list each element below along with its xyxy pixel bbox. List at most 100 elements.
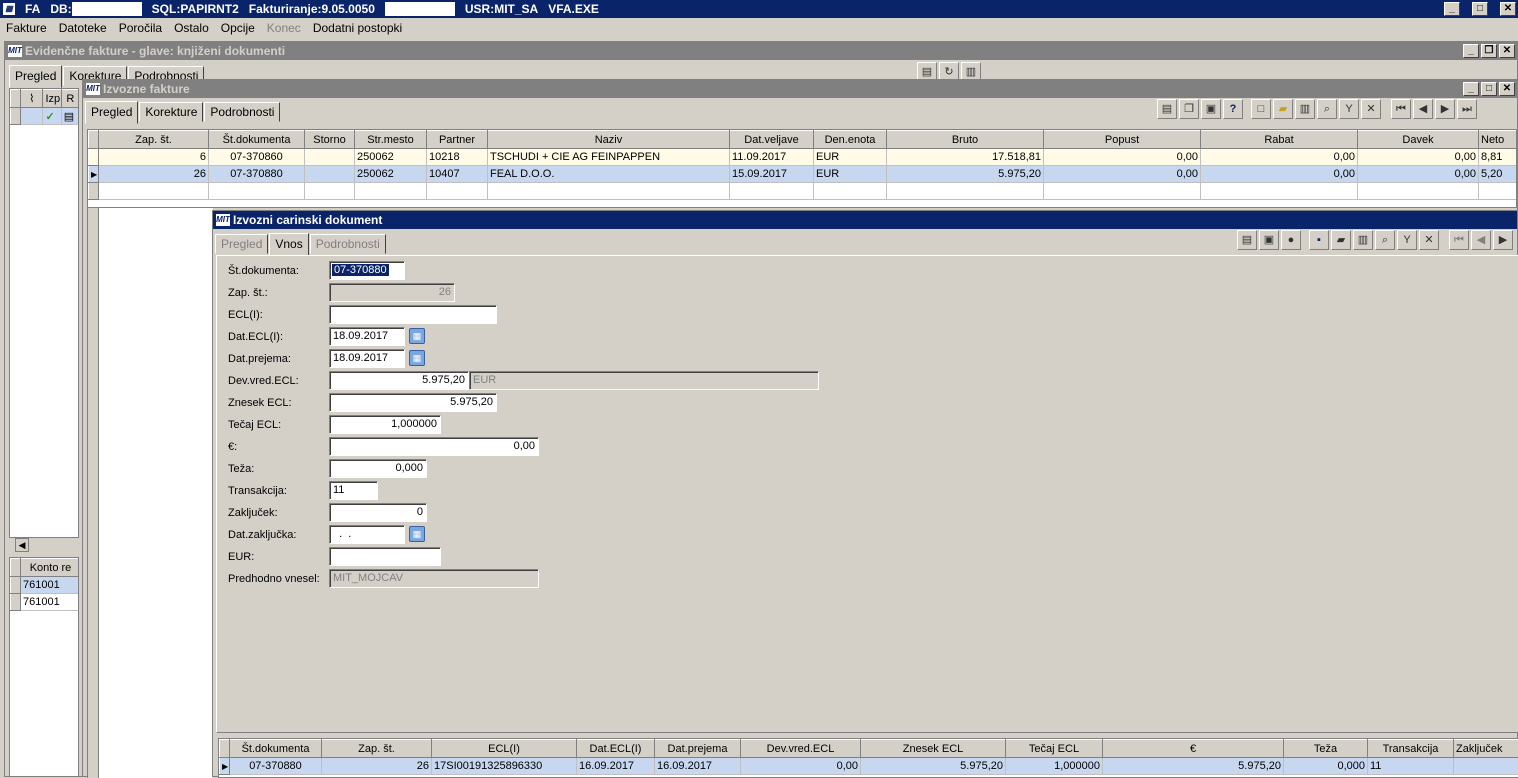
w2-col-storno[interactable]: Storno <box>305 131 355 149</box>
w3-col-eur[interactable]: € <box>1103 740 1284 758</box>
w2-minimize-button[interactable]: _ <box>1463 82 1479 96</box>
w3-col-teza[interactable]: Teža <box>1284 740 1368 758</box>
zap-st-field[interactable]: 26 <box>329 283 455 302</box>
table-row[interactable]: 6 07-370860 250062 10218 TSCHUDI + CIE A… <box>89 149 1518 166</box>
w2-new-icon[interactable]: □ <box>1251 99 1271 119</box>
menu-ostalo[interactable]: Ostalo <box>168 21 215 35</box>
w2-print-icon[interactable]: ▥ <box>1295 99 1315 119</box>
w1-konto-grid[interactable]: Konto re 761001 761001 <box>9 557 79 777</box>
w2-search-icon[interactable]: ⌕ <box>1317 99 1337 119</box>
w1-scroll-left-button[interactable]: ◀ <box>15 538 29 552</box>
table-row[interactable]: ▶ 07-370880 26 17SI00191325896330 16.09.… <box>220 758 1518 775</box>
ecl-field[interactable] <box>329 305 497 324</box>
w2-col-st-dokumenta[interactable]: Št.dokumenta <box>209 131 305 149</box>
transakcija-field[interactable]: 11 <box>329 481 378 500</box>
w2-col-den-enota[interactable]: Den.enota <box>814 131 887 149</box>
w1-grid[interactable]: ⌇IzpR ✓▤ <box>9 88 79 538</box>
w1-tab-pregled[interactable]: Pregled <box>9 65 62 88</box>
w3-comment-icon[interactable]: ▣ <box>1259 230 1279 250</box>
w3-tab-podrobnosti[interactable]: Podrobnosti <box>310 234 386 254</box>
st-dokumenta-field[interactable]: 07-370880 <box>329 261 405 280</box>
close-button[interactable]: ✕ <box>1500 2 1516 16</box>
w1-restore-button[interactable]: ❐ <box>1481 44 1497 58</box>
w2-col-bruto[interactable]: Bruto <box>887 131 1044 149</box>
w3-search-icon[interactable]: ⌕ <box>1375 230 1395 250</box>
menu-dodatni-postopki[interactable]: Dodatni postopki <box>307 21 408 35</box>
maximize-button[interactable]: □ <box>1472 2 1488 16</box>
dev-vred-currency-field[interactable]: EUR <box>469 371 819 390</box>
dat-ecl-field[interactable]: 18.09.2017 <box>329 327 405 346</box>
w3-col-zap-st[interactable]: Zap. št. <box>322 740 432 758</box>
w2-clear-filter-icon[interactable]: ✕ <box>1361 99 1381 119</box>
w1-close-button[interactable]: ✕ <box>1499 44 1515 58</box>
w3-print-icon[interactable]: ▥ <box>1353 230 1373 250</box>
menu-datoteke[interactable]: Datoteke <box>53 21 113 35</box>
eur-field[interactable] <box>329 547 441 566</box>
w3-col-dat-prejema[interactable]: Dat.prejema <box>655 740 741 758</box>
w2-tab-pregled[interactable]: Pregled <box>85 101 138 124</box>
w2-col-str-mesto[interactable]: Str.mesto <box>355 131 427 149</box>
w2-next-icon[interactable]: ▶ <box>1435 99 1455 119</box>
w3-col-zakljucek[interactable]: Zaključek <box>1454 740 1518 758</box>
menu-porocila[interactable]: Poročila <box>113 21 168 35</box>
w2-first-icon[interactable]: ⏮ <box>1391 99 1411 119</box>
w2-tab-korekture[interactable]: Korekture <box>139 102 203 122</box>
w3-clear-filter-icon[interactable]: ✕ <box>1419 230 1439 250</box>
w3-filter-icon[interactable]: Y <box>1397 230 1417 250</box>
w2-col-popust[interactable]: Popust <box>1044 131 1201 149</box>
w2-tab-podrobnosti[interactable]: Podrobnosti <box>204 102 280 122</box>
w3-document-icon[interactable]: ▤ <box>1237 230 1257 250</box>
w3-grid[interactable]: Št.dokumenta Zap. št. ECL(I) Dat.ECL(I) … <box>218 738 1518 778</box>
znesek-field[interactable]: 5.975,20 <box>329 393 497 412</box>
menu-konec[interactable]: Konec <box>261 21 307 35</box>
menu-fakture[interactable]: Fakture <box>0 21 53 35</box>
w2-last-icon[interactable]: ⏭ <box>1457 99 1477 119</box>
w2-col-dat-veljave[interactable]: Dat.veljave <box>730 131 814 149</box>
w3-col-st-dokumenta[interactable]: Št.dokumenta <box>230 740 322 758</box>
w2-col-naziv[interactable]: Naziv <box>488 131 730 149</box>
w1-konto-row[interactable]: 761001 <box>21 594 80 611</box>
w3-prev-icon[interactable]: ◀ <box>1471 230 1491 250</box>
calendar-icon[interactable]: ▦ <box>409 328 425 344</box>
w2-col-neto[interactable]: Neto <box>1479 131 1518 149</box>
w3-next-icon[interactable]: ▶ <box>1493 230 1513 250</box>
w3-col-transakcija[interactable]: Transakcija <box>1368 740 1454 758</box>
w2-filter-icon[interactable]: Y <box>1339 99 1359 119</box>
eur-sign-field[interactable]: 0,00 <box>329 437 539 456</box>
w2-document-icon[interactable]: ▤ <box>1157 99 1177 119</box>
menu-opcije[interactable]: Opcije <box>215 21 261 35</box>
w2-grid[interactable]: Zap. št. Št.dokumenta Storno Str.mesto P… <box>87 129 1517 208</box>
w3-col-ecl[interactable]: ECL(I) <box>432 740 577 758</box>
zakljucek-field[interactable]: 0 <box>329 503 427 522</box>
w3-tab-vnos[interactable]: Vnos <box>269 233 308 256</box>
tecaj-field[interactable]: 1,000000 <box>329 415 441 434</box>
calendar-icon[interactable]: ▦ <box>409 526 425 542</box>
w1-konto-row[interactable]: 761001 <box>21 577 80 594</box>
w2-col-davek[interactable]: Davek <box>1358 131 1479 149</box>
w2-col-zap-st[interactable]: Zap. št. <box>99 131 209 149</box>
w2-maximize-button[interactable]: □ <box>1481 82 1497 96</box>
calendar-icon[interactable]: ▦ <box>409 350 425 366</box>
teza-field[interactable]: 0,000 <box>329 459 427 478</box>
w2-close-button[interactable]: ✕ <box>1499 82 1515 96</box>
w3-tab-pregled[interactable]: Pregled <box>215 234 268 254</box>
w2-open-icon[interactable]: ▰ <box>1273 99 1293 119</box>
w2-copy-icon[interactable]: ❐ <box>1179 99 1199 119</box>
w3-open-icon[interactable]: ▰ <box>1331 230 1351 250</box>
minimize-button[interactable]: _ <box>1444 2 1460 16</box>
predhodno-field[interactable]: MIT_MOJCAV <box>329 569 539 588</box>
w3-col-znesek[interactable]: Znesek ECL <box>861 740 1006 758</box>
w1-minimize-button[interactable]: _ <box>1463 44 1479 58</box>
w2-col-partner[interactable]: Partner <box>427 131 488 149</box>
dat-zakljucka-field[interactable]: . . <box>329 525 405 544</box>
dat-prejema-field[interactable]: 18.09.2017 <box>329 349 405 368</box>
w2-monitor-icon[interactable]: ▣ <box>1201 99 1221 119</box>
w3-first-icon[interactable]: ⏮ <box>1449 230 1469 250</box>
w2-help-icon[interactable]: ? <box>1223 99 1243 119</box>
w3-col-dat-ecl[interactable]: Dat.ECL(I) <box>577 740 655 758</box>
table-row[interactable]: ▶ 26 07-370880 250062 10407 FEAL D.O.O. … <box>89 166 1518 183</box>
w2-prev-icon[interactable]: ◀ <box>1413 99 1433 119</box>
w3-circle-icon[interactable]: ● <box>1281 230 1301 250</box>
w2-col-rabat[interactable]: Rabat <box>1201 131 1358 149</box>
w3-col-tecaj[interactable]: Tečaj ECL <box>1006 740 1103 758</box>
